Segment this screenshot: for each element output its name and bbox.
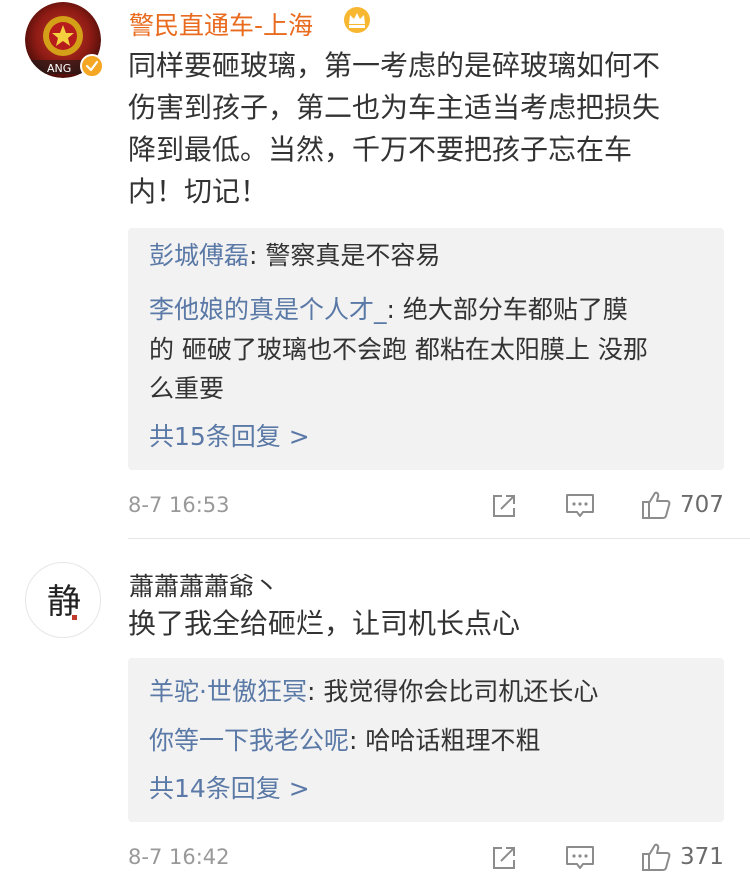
calligraphy-avatar-icon: 静 <box>47 582 81 622</box>
reply-text: 我觉得你会比司机还长心 <box>323 677 599 706</box>
like-count: 707 <box>680 492 724 518</box>
content-line: 伤害到孩子，第二也为车主适当考虑把损失 <box>128 91 661 124</box>
reply-text-cont: 么重要 <box>149 374 225 403</box>
avatar-text: ANG <box>47 62 71 75</box>
reply-item[interactable]: 李他娘的真是个人才_: 绝大部分车都贴了膜 <box>149 292 628 328</box>
timestamp: 8-7 16:53 <box>128 493 230 517</box>
verified-icon <box>80 54 104 78</box>
comment-content: 同样要砸玻璃，第一考虑的是碎玻璃如何不 伤害到孩子，第二也为车主适当考虑把损失 … <box>128 45 660 213</box>
reply-username[interactable]: 你等一下我老公呢 <box>149 726 349 755</box>
reply-username[interactable]: 羊驼·世傲狂冥 <box>149 677 307 706</box>
comment-button[interactable] <box>564 486 596 526</box>
divider <box>128 538 750 539</box>
comment-button[interactable] <box>564 838 596 878</box>
reply-box: 彭城傅磊: 警察真是不容易 李他娘的真是个人才_: 绝大部分车都贴了膜 的 砸破… <box>128 228 724 470</box>
share-icon <box>493 495 515 517</box>
content-line: 内！切记！ <box>128 175 269 208</box>
like-button[interactable]: 371 <box>640 837 724 877</box>
comment-icon <box>566 846 594 869</box>
like-button[interactable]: 707 <box>640 485 724 525</box>
like-icon <box>642 491 671 519</box>
content-line: 换了我全给砸烂，让司机长点心 <box>128 607 521 640</box>
reply-item[interactable]: 彭城傅磊: 警察真是不容易 <box>149 238 440 274</box>
crown-icon <box>342 6 372 34</box>
more-replies-link[interactable]: 共14条回复 > <box>149 771 310 807</box>
like-icon <box>642 843 671 871</box>
reply-item[interactable]: 羊驼·世傲狂冥: 我觉得你会比司机还长心 <box>149 674 598 710</box>
username[interactable]: 蕭蕭蕭蕭爺丶 <box>129 567 279 603</box>
share-icon <box>493 847 515 869</box>
reply-username[interactable]: 李他娘的真是个人才_ <box>149 295 387 324</box>
comment-icon <box>566 494 594 517</box>
comment-content: 换了我全给砸烂，让司机长点心 <box>128 603 520 645</box>
timestamp: 8-7 16:42 <box>128 845 230 869</box>
username[interactable]: 警民直通车-上海 <box>129 6 313 42</box>
reply-text: 哈哈话粗理不粗 <box>365 726 541 755</box>
content-line: 同样要砸玻璃，第一考虑的是碎玻璃如何不 <box>128 49 661 82</box>
reply-username[interactable]: 彭城傅磊 <box>149 241 249 270</box>
like-count: 371 <box>680 844 724 870</box>
share-button[interactable] <box>489 486 519 526</box>
content-line: 降到最低。当然，千万不要把孩子忘在车 <box>128 133 633 166</box>
reply-box: 羊驼·世傲狂冥: 我觉得你会比司机还长心 你等一下我老公呢: 哈哈话粗理不粗 共… <box>128 658 724 822</box>
reply-item[interactable]: 你等一下我老公呢: 哈哈话粗理不粗 <box>149 723 540 759</box>
share-button[interactable] <box>489 838 519 878</box>
reply-text: 警察真是不容易 <box>265 241 441 270</box>
reply-text-cont: 的 砸破了玻璃也不会跑 都粘在太阳膜上 没那 <box>149 335 648 364</box>
reply-text: 绝大部分车都贴了膜 <box>402 295 628 324</box>
avatar[interactable]: 静 <box>25 562 101 638</box>
more-replies-link[interactable]: 共15条回复 > <box>149 419 310 455</box>
